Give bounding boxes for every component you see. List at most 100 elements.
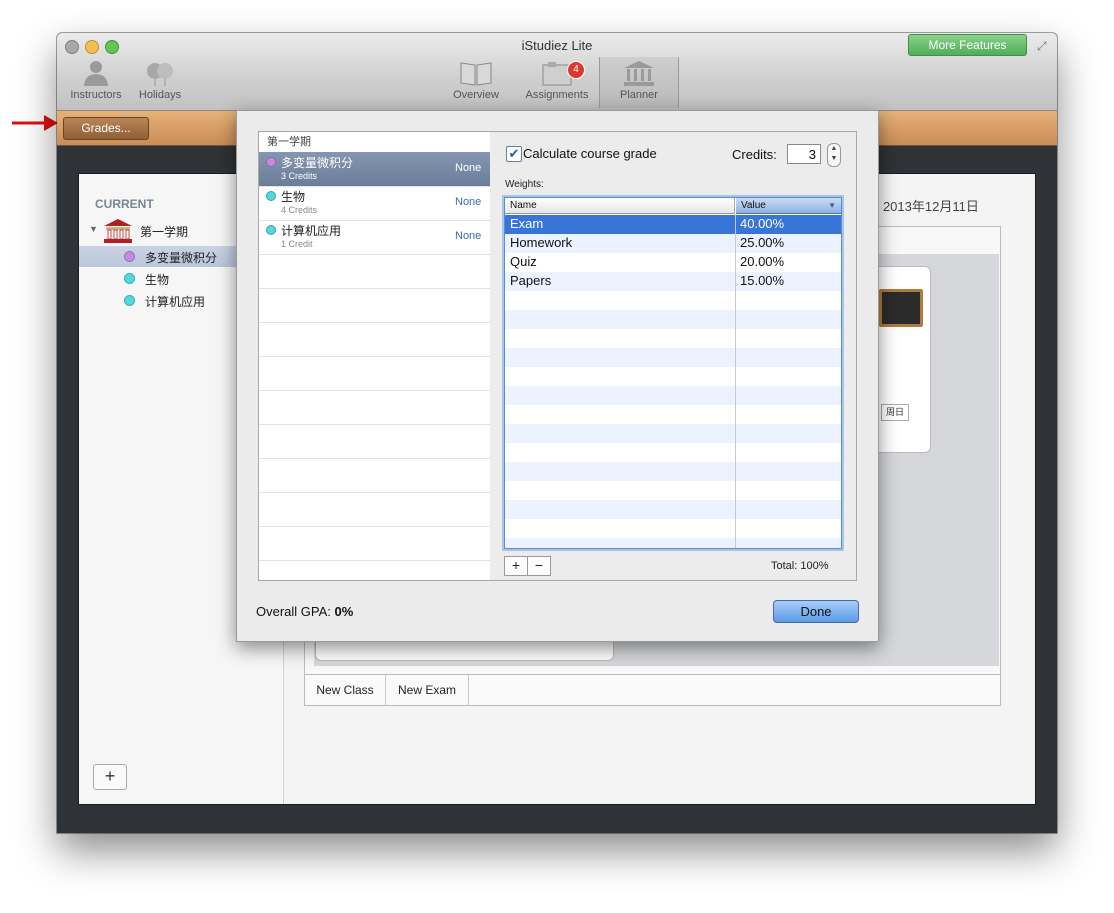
table-row[interactable]: Quiz 20.00% bbox=[505, 253, 841, 272]
done-button[interactable]: Done bbox=[773, 600, 859, 623]
column-header-value[interactable]: Value ▼ bbox=[736, 198, 841, 214]
course-color-dot-icon bbox=[124, 295, 135, 306]
table-row[interactable]: Exam 40.00% bbox=[505, 215, 841, 234]
new-exam-button[interactable]: New Exam bbox=[386, 675, 469, 705]
course-grade: None bbox=[455, 230, 482, 242]
holidays-icon bbox=[147, 63, 173, 86]
empty-table-row bbox=[505, 310, 841, 329]
weight-value[interactable]: 25.00% bbox=[740, 235, 784, 250]
course-name: 生物 bbox=[281, 190, 306, 204]
title-bar: iStudiez Lite More Features ⤢ Instructor… bbox=[57, 33, 1057, 111]
empty-table-row bbox=[505, 367, 841, 386]
disclosure-triangle-icon[interactable]: ▼ bbox=[89, 224, 98, 234]
assignments-badge: 4 bbox=[567, 61, 585, 79]
column-divider bbox=[735, 214, 736, 548]
empty-table-row bbox=[505, 348, 841, 367]
course-grade-row[interactable]: 生物 4 Credits None bbox=[259, 186, 491, 221]
list-divider bbox=[259, 322, 491, 323]
credits-stepper[interactable]: ▲ ▼ bbox=[827, 143, 841, 167]
weight-name[interactable]: Exam bbox=[510, 216, 543, 231]
calculate-grade-checkbox[interactable]: ✔ bbox=[506, 146, 522, 162]
empty-table-row bbox=[505, 329, 841, 348]
toolbar-assignments[interactable]: 4 Assignments bbox=[519, 59, 595, 107]
annotation-arrow-icon bbox=[12, 115, 58, 131]
list-divider bbox=[259, 356, 491, 357]
course-color-dot-icon bbox=[124, 273, 135, 284]
course-credits: 4 Credits bbox=[281, 205, 318, 215]
weights-total: Total: 100% bbox=[771, 560, 829, 572]
course-grade-row[interactable]: 计算机应用 1 Credit None bbox=[259, 220, 491, 255]
course-credits: 3 Credits bbox=[281, 171, 318, 181]
list-divider bbox=[259, 424, 491, 425]
empty-table-row bbox=[505, 481, 841, 500]
weights-label: Weights: bbox=[505, 179, 544, 190]
toolbar-overview[interactable]: Overview bbox=[447, 59, 505, 107]
fullscreen-icon[interactable]: ⤢ bbox=[1037, 39, 1051, 53]
weight-value[interactable]: 40.00% bbox=[740, 216, 784, 231]
overall-gpa-value: 0% bbox=[334, 604, 354, 619]
sidebar-course-label: 生物 bbox=[145, 273, 170, 287]
empty-table-row bbox=[505, 500, 841, 519]
toolbar-planner-label: Planner bbox=[620, 89, 658, 101]
toolbar-assignments-label: Assignments bbox=[525, 89, 589, 101]
empty-table-row bbox=[505, 386, 841, 405]
table-row[interactable]: Homework 25.00% bbox=[505, 234, 841, 253]
empty-table-row bbox=[505, 424, 841, 443]
course-grade: None bbox=[455, 162, 482, 174]
weight-value[interactable]: 20.00% bbox=[740, 254, 784, 269]
toolbar-instructors[interactable]: Instructors bbox=[65, 59, 127, 107]
planner-building-icon bbox=[624, 61, 654, 86]
course-name: 计算机应用 bbox=[281, 224, 342, 238]
term-header: 第一学期 bbox=[259, 132, 499, 150]
sort-descending-icon: ▼ bbox=[828, 201, 836, 210]
weight-value[interactable]: 15.00% bbox=[740, 273, 784, 288]
weight-name[interactable]: Homework bbox=[510, 235, 572, 250]
grades-button[interactable]: Grades... bbox=[63, 117, 149, 140]
date-heading: - 2013年12月11日 bbox=[875, 199, 979, 214]
sidebar-course-label: 计算机应用 bbox=[145, 295, 206, 309]
column-header-name[interactable]: Name bbox=[505, 198, 735, 214]
list-divider bbox=[259, 526, 491, 527]
course-grade-list: 第一学期 多变量微积分 3 Credits None 生物 4 Credits … bbox=[258, 131, 499, 581]
sidebar-term-label: 第一学期 bbox=[140, 225, 189, 239]
course-grade-settings: ✔ Calculate course grade Credits: 3 ▲ ▼ W… bbox=[490, 131, 857, 581]
toolbar-overview-label: Overview bbox=[453, 89, 499, 101]
course-credits: 1 Credit bbox=[281, 239, 313, 249]
table-row[interactable]: Papers 15.00% bbox=[505, 272, 841, 291]
new-class-button[interactable]: New Class bbox=[305, 675, 386, 705]
course-name: 多变量微积分 bbox=[281, 156, 354, 170]
instructors-icon bbox=[84, 61, 108, 86]
add-term-button[interactable]: + bbox=[93, 764, 127, 790]
remove-weight-button[interactable]: − bbox=[527, 556, 551, 576]
overall-gpa-label: Overall GPA: bbox=[256, 604, 335, 619]
list-divider bbox=[259, 492, 491, 493]
course-color-dot-icon bbox=[266, 157, 276, 167]
toolbar-holidays[interactable]: Holidays bbox=[135, 59, 185, 107]
list-divider bbox=[259, 390, 491, 391]
course-color-dot-icon bbox=[266, 191, 276, 201]
toolbar-planner[interactable]: Planner bbox=[599, 57, 679, 108]
current-label: CURRENT bbox=[95, 197, 154, 211]
calculate-grade-label: Calculate course grade bbox=[523, 146, 657, 161]
course-color-dot-icon bbox=[266, 225, 276, 235]
grades-sheet: 第一学期 多变量微积分 3 Credits None 生物 4 Credits … bbox=[236, 110, 879, 642]
add-weight-button[interactable]: + bbox=[504, 556, 528, 576]
list-divider bbox=[259, 560, 491, 561]
sunday-label: 周日 bbox=[881, 404, 909, 421]
weights-table: Name Value ▼ Exam 40.00% Homework 25.00% … bbox=[504, 197, 842, 549]
toolbar-instructors-label: Instructors bbox=[70, 89, 122, 101]
toolbar-holidays-label: Holidays bbox=[138, 89, 182, 101]
bottom-tab-bar: New Class New Exam bbox=[304, 674, 1001, 706]
blackboard-icon bbox=[879, 289, 923, 327]
list-divider bbox=[259, 458, 491, 459]
more-features-button[interactable]: More Features bbox=[908, 34, 1027, 56]
weight-name[interactable]: Papers bbox=[510, 273, 551, 288]
empty-table-row bbox=[505, 462, 841, 481]
overview-book-icon bbox=[460, 62, 492, 86]
credits-field[interactable]: 3 bbox=[787, 144, 821, 164]
course-grade-row[interactable]: 多变量微积分 3 Credits None bbox=[259, 152, 491, 187]
weight-name[interactable]: Quiz bbox=[510, 254, 537, 269]
credits-label: Credits: bbox=[732, 147, 777, 162]
overall-gpa: Overall GPA: 0% bbox=[256, 604, 353, 619]
empty-table-row bbox=[505, 538, 841, 548]
